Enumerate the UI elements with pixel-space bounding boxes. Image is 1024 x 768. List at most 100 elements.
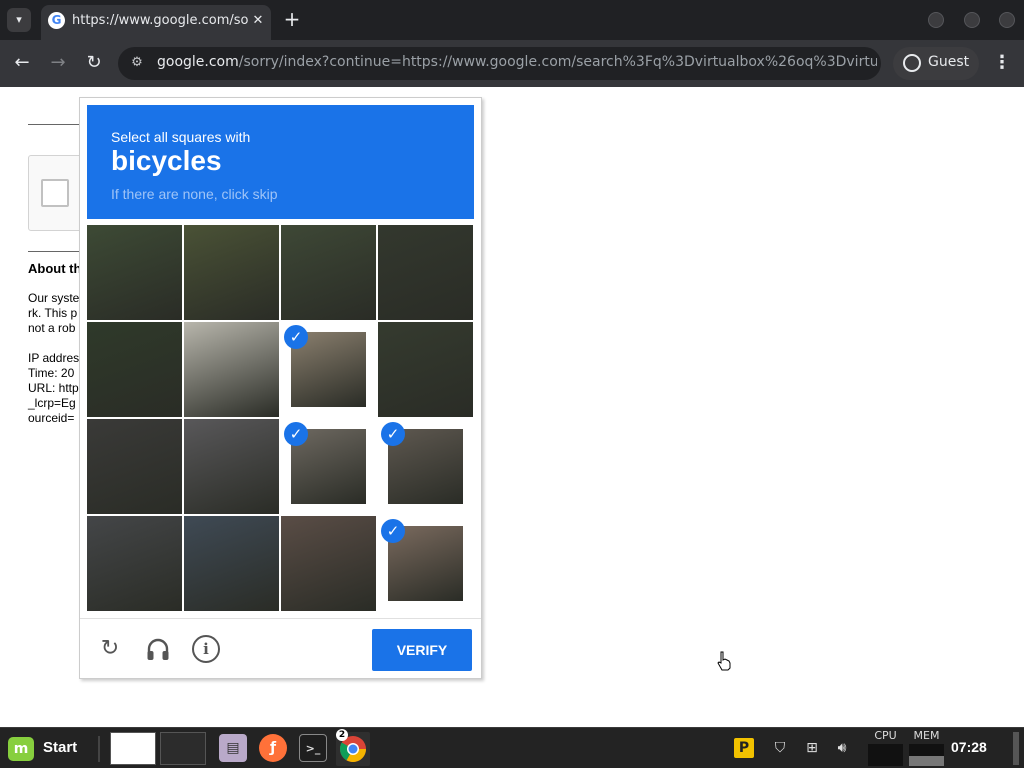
site-settings-icon[interactable]: ⚙ bbox=[128, 54, 146, 72]
start-button[interactable]: m Start bbox=[6, 735, 94, 763]
tile-image bbox=[87, 225, 182, 320]
mem-monitor[interactable]: MEM bbox=[908, 728, 945, 768]
info-line: URL: http bbox=[28, 381, 79, 395]
mem-label: MEM bbox=[913, 729, 940, 742]
cpu-monitor[interactable]: CPU bbox=[867, 728, 904, 768]
grid-tile[interactable] bbox=[87, 516, 182, 611]
info-line: ourceid= bbox=[28, 411, 75, 425]
clock[interactable]: 07:28 bbox=[951, 739, 987, 755]
tile-image bbox=[184, 516, 279, 611]
grid-tile[interactable] bbox=[87, 225, 182, 320]
back-arrow-icon[interactable]: ← bbox=[10, 51, 34, 75]
selected-check-icon: ✓ bbox=[381, 422, 405, 446]
image-grid: ✓ ✓ ✓ ✓ bbox=[87, 225, 474, 612]
tile-image bbox=[378, 322, 473, 417]
browser-toolbar: ← → ↻ ⚙ google.com/sorry/index?continue=… bbox=[0, 40, 1024, 87]
firefox-icon[interactable]: ƒ bbox=[259, 734, 287, 762]
close-window-button[interactable] bbox=[999, 12, 1015, 28]
grid-tile[interactable]: ✓ bbox=[281, 419, 376, 514]
about-heading: About th bbox=[28, 261, 82, 276]
grid-tile[interactable]: ✓ bbox=[378, 419, 473, 514]
profile-icon bbox=[903, 54, 921, 72]
grid-tile[interactable]: ✓ bbox=[378, 516, 473, 611]
headphones-icon bbox=[147, 638, 169, 660]
recaptcha-challenge: Select all squares with bicycles If ther… bbox=[79, 97, 731, 679]
terminal-icon[interactable]: >_ bbox=[299, 734, 327, 762]
file-manager-icon[interactable]: ▤ bbox=[219, 734, 247, 762]
tile-image bbox=[184, 225, 279, 320]
challenge-object: bicycles bbox=[111, 145, 222, 176]
info-line: Time: 20 bbox=[28, 366, 75, 380]
tile-image bbox=[378, 225, 473, 320]
separator bbox=[98, 736, 100, 762]
tile-image bbox=[184, 322, 279, 417]
chrome-taskbar-item[interactable]: 2 bbox=[336, 729, 370, 766]
grid-tile[interactable] bbox=[184, 322, 279, 417]
selected-check-icon: ✓ bbox=[284, 422, 308, 446]
maximize-button[interactable] bbox=[964, 12, 980, 28]
mem-graph bbox=[909, 744, 944, 766]
mouse-pointer-hand-icon bbox=[717, 651, 731, 671]
reload-icon[interactable]: ↻ bbox=[82, 51, 106, 75]
paragraph-line: not a rob bbox=[28, 321, 76, 335]
new-tab-button[interactable]: + bbox=[281, 8, 303, 30]
url-host: google.com bbox=[157, 54, 239, 70]
grid-tile[interactable] bbox=[378, 225, 473, 320]
grid-tile[interactable] bbox=[87, 419, 182, 514]
tab-search-button[interactable]: ▾ bbox=[7, 8, 31, 32]
verify-label: VERIFY bbox=[396, 642, 448, 658]
address-bar[interactable]: ⚙ google.com/sorry/index?continue=https:… bbox=[118, 47, 881, 80]
grid-tile[interactable] bbox=[378, 322, 473, 417]
tab-strip: ▾ G https://www.google.com/sorry/index?c… bbox=[0, 0, 1024, 40]
grid-tile[interactable] bbox=[184, 516, 279, 611]
url-path: /sorry/index?continue=https://www.google… bbox=[238, 54, 877, 70]
browser-tab[interactable]: G https://www.google.com/sorry/index?con… bbox=[41, 5, 271, 40]
tile-image bbox=[87, 322, 182, 417]
clipboard-manager-icon[interactable]: P bbox=[734, 738, 754, 758]
grid-tile[interactable] bbox=[184, 419, 279, 514]
grid-tile[interactable] bbox=[281, 516, 376, 611]
selected-check-icon: ✓ bbox=[381, 519, 405, 543]
verify-button[interactable]: VERIFY bbox=[372, 629, 731, 671]
grid-tile[interactable]: ✓ bbox=[281, 322, 376, 417]
network-icon[interactable]: ⊞ bbox=[802, 738, 822, 758]
info-line: _lcrp=Eg bbox=[28, 396, 76, 410]
challenge-header: Select all squares with bicycles If ther… bbox=[87, 105, 474, 219]
tab-close-icon[interactable]: ✕ bbox=[248, 11, 268, 31]
grid-tile[interactable] bbox=[184, 225, 279, 320]
info-icon[interactable]: i bbox=[192, 635, 220, 663]
challenge-instruction: Select all squares with bbox=[111, 129, 251, 145]
browser-menu-icon[interactable]: ⋮ bbox=[990, 51, 1014, 75]
challenge-footer: ↻ i VERIFY bbox=[80, 618, 731, 678]
minimize-button[interactable] bbox=[928, 12, 944, 28]
info-line: IP addres bbox=[28, 351, 80, 365]
cpu-graph bbox=[868, 744, 903, 766]
recaptcha-checkbox[interactable] bbox=[41, 179, 69, 207]
forward-arrow-icon[interactable]: → bbox=[46, 51, 70, 75]
paragraph-line: rk. This p bbox=[28, 306, 78, 320]
workspace-1[interactable] bbox=[110, 732, 156, 765]
tile-image bbox=[87, 419, 182, 514]
reload-challenge-icon[interactable]: ↻ bbox=[96, 635, 124, 663]
show-desktop-button[interactable] bbox=[1013, 732, 1019, 765]
profile-button[interactable]: Guest bbox=[893, 47, 979, 80]
audio-challenge-icon[interactable] bbox=[144, 635, 172, 663]
google-favicon-icon: G bbox=[48, 12, 65, 29]
shield-icon[interactable]: ⛉ bbox=[770, 738, 790, 758]
selected-check-icon: ✓ bbox=[284, 325, 308, 349]
workspace-2[interactable] bbox=[160, 732, 206, 765]
window-count-badge: 2 bbox=[336, 729, 348, 741]
profile-label: Guest bbox=[928, 54, 970, 70]
grid-tile[interactable] bbox=[281, 225, 376, 320]
url-text[interactable]: google.com/sorry/index?continue=https://… bbox=[157, 54, 877, 70]
volume-icon[interactable]: 🔊︎ bbox=[832, 738, 852, 758]
grid-tile[interactable] bbox=[87, 322, 182, 417]
linux-mint-icon: m bbox=[8, 737, 34, 761]
challenge-hint: If there are none, click skip bbox=[111, 186, 278, 202]
tile-image bbox=[281, 516, 376, 611]
start-label: Start bbox=[43, 739, 78, 756]
taskbar: m Start ▤ ƒ >_ 2 P ⛉ ⊞ 🔊︎ CPU MEM 07:28 bbox=[0, 727, 1024, 768]
tile-image bbox=[184, 419, 279, 514]
cpu-label: CPU bbox=[874, 729, 897, 742]
tab-title: https://www.google.com/sorry/index?conti… bbox=[72, 13, 249, 28]
